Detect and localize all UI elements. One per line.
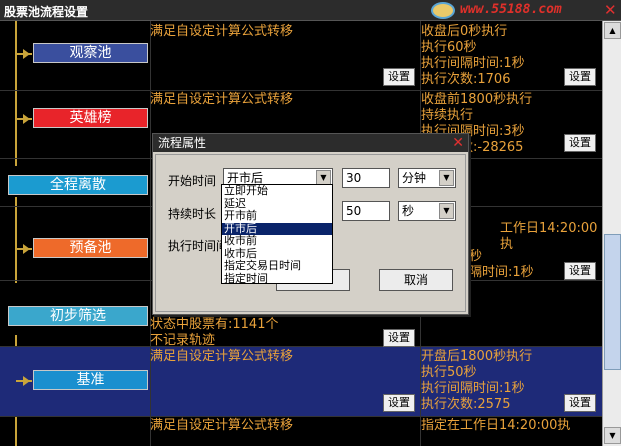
option-specified-time[interactable]: 指定时间 <box>222 272 332 286</box>
schedule-text: 执行60秒 <box>421 40 477 55</box>
column-divider <box>150 159 151 206</box>
row-schedule: 秒 隔时间:1秒 <box>469 249 559 281</box>
option-before-close[interactable]: 收市前 <box>222 234 332 248</box>
schedule-text: 指定在工作日14:20:00执 <box>421 418 571 433</box>
arrow-right-icon <box>23 376 30 386</box>
schedule-text: 隔时间:1秒 <box>469 265 534 280</box>
title-bar: 股票池流程设置 www.55188.com ✕ <box>0 0 621 21</box>
close-icon[interactable]: ✕ <box>604 1 617 19</box>
settings-button[interactable]: 设置 <box>383 394 415 412</box>
node-guanchachi[interactable]: 观察池 <box>33 43 148 63</box>
close-icon[interactable]: ✕ <box>452 134 464 152</box>
settings-button[interactable]: 设置 <box>564 134 596 152</box>
settings-button[interactable]: 设置 <box>383 68 415 86</box>
node-jizhun[interactable]: 基准 <box>33 370 148 390</box>
start-time-label: 开始时间 <box>168 174 217 188</box>
duration-unit-value: 秒 <box>402 204 415 218</box>
node-chubushaixuan[interactable]: 初步筛选 <box>8 306 148 326</box>
arrow-right-icon <box>23 49 30 59</box>
row-condition: 满足自设定计算公式转移 <box>150 418 420 434</box>
flow-row-selected: 基准 满足自设定计算公式转移 设置 开盘后1800秒执行 执行50秒 执行间隔时… <box>0 347 602 417</box>
option-immediate[interactable]: 立即开始 <box>222 184 332 198</box>
arrow-right-icon <box>23 114 30 124</box>
flow-row: 满足自设定计算公式转移 指定在工作日14:20:00执 <box>0 417 602 446</box>
condition-text: 满足自设定计算公式转移 <box>150 349 294 364</box>
column-divider <box>150 207 151 280</box>
scroll-down-icon[interactable]: ▼ <box>604 427 621 444</box>
schedule-text: 持续执行 <box>421 108 474 123</box>
chevron-down-icon[interactable]: ▼ <box>439 170 454 186</box>
schedule-text: 收盘前1800秒执行 <box>421 92 533 107</box>
row-condition: 满足自设定计算公式转移 <box>150 92 420 108</box>
node-yingxiongbang[interactable]: 英雄榜 <box>33 108 148 128</box>
arrow-right-icon <box>23 244 30 254</box>
settings-button[interactable]: 设置 <box>564 68 596 86</box>
row-condition: 满足自设定计算公式转移 <box>150 24 420 40</box>
flow-row: 观察池 满足自设定计算公式转移 设置 收盘后0秒执行 执行60秒 执行间隔时间:… <box>0 21 602 91</box>
condition-text: 满足自设定计算公式转移 <box>150 418 294 433</box>
scrollbar-thumb[interactable] <box>604 234 621 370</box>
vertical-scrollbar[interactable]: ▲ ▼ <box>602 21 621 446</box>
start-time-dropdown-list[interactable]: 立即开始 延迟 开市前 开市后 收市前 收市后 指定交易日时间 指定时间 <box>221 184 333 284</box>
duration-number-input[interactable]: 50 <box>342 201 390 221</box>
row-condition: 状态中股票有:1141个 不记录轨迹 <box>150 317 420 349</box>
window-title: 股票池流程设置 <box>4 5 89 19</box>
schedule-text: 秒 <box>469 249 483 264</box>
condition-text: 满足自设定计算公式转移 <box>150 92 294 107</box>
node-yubeichi[interactable]: 预备池 <box>33 238 148 258</box>
condition-text: 满足自设定计算公式转移 <box>150 24 294 39</box>
duration-label: 持续时长 <box>168 207 217 221</box>
start-number-input[interactable]: 30 <box>342 168 390 188</box>
schedule-text: 执行50秒 <box>421 365 477 380</box>
option-trading-day-time[interactable]: 指定交易日时间 <box>222 259 332 273</box>
start-unit-value: 分钟 <box>402 171 427 185</box>
brand-logo-icon <box>431 2 455 19</box>
dialog-title: 流程属性 <box>158 136 207 150</box>
row-condition: 满足自设定计算公式转移 <box>150 349 420 365</box>
row-schedule: 指定在工作日14:20:00执 <box>421 418 601 434</box>
schedule-text: 开盘后1800秒执行 <box>421 349 533 364</box>
schedule-text: 收盘后0秒执行 <box>421 24 508 39</box>
start-unit-select[interactable]: 分钟 ▼ <box>398 168 456 188</box>
condition-text: 状态中股票有:1141个 <box>150 317 279 332</box>
duration-unit-select[interactable]: 秒 ▼ <box>398 201 456 221</box>
brand-text: www.55188.com <box>460 2 562 17</box>
option-before-open[interactable]: 开市前 <box>222 209 332 223</box>
cancel-button[interactable]: 取消 <box>379 269 453 291</box>
interval-label: 执行时间间 <box>168 239 229 253</box>
dialog-title-bar: 流程属性 ✕ <box>153 134 468 152</box>
start-time-value: 开市后 <box>227 171 264 185</box>
node-quanchenglisan[interactable]: 全程离散 <box>8 175 148 195</box>
chevron-down-icon[interactable]: ▼ <box>439 203 454 219</box>
settings-button[interactable]: 设置 <box>564 394 596 412</box>
scroll-up-icon[interactable]: ▲ <box>604 22 621 39</box>
settings-button[interactable]: 设置 <box>564 262 596 280</box>
settings-button[interactable]: 设置 <box>383 329 415 347</box>
